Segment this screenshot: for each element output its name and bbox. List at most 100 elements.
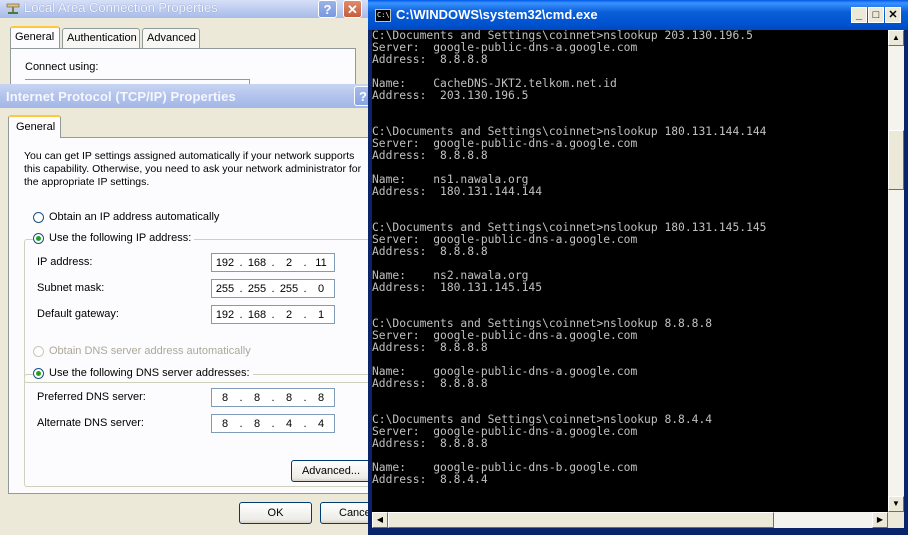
tcpip-dialog-title: Internet Protocol (TCP/IP) Properties <box>6 89 236 104</box>
lan-window-title: Local Area Connection Properties <box>24 0 218 15</box>
close-button[interactable]: ✕ <box>885 7 901 23</box>
default-gateway-field[interactable]: 192. 168. 2. 1 <box>211 305 335 324</box>
tcpip-title-bar[interactable]: Internet Protocol (TCP/IP) Properties ? <box>0 84 372 108</box>
tab-advanced[interactable]: Advanced <box>142 28 200 48</box>
cmd-icon: C:\ <box>375 9 391 22</box>
cmd-window: C:\ C:\WINDOWS\system32\cmd.exe _ □ ✕ C:… <box>368 0 908 535</box>
radio-button[interactable] <box>33 211 44 223</box>
console-line: Address: 8.8.4.4 <box>372 473 488 486</box>
scroll-down-button[interactable]: ▼ <box>888 496 904 512</box>
dot: . <box>303 391 307 404</box>
octet: 168 <box>247 256 267 269</box>
octet: 4 <box>317 417 325 430</box>
radio-label: Use the following IP address: <box>49 232 192 244</box>
ok-button[interactable]: OK <box>239 502 312 524</box>
octet: 255 <box>247 282 267 295</box>
vertical-scroll-thumb[interactable] <box>888 130 904 190</box>
octet: 255 <box>215 282 235 295</box>
octet: 8 <box>317 391 325 404</box>
dot: . <box>303 308 307 321</box>
tcpip-general-panel: You can get IP settings assigned automat… <box>8 137 379 494</box>
octet: 255 <box>279 282 299 295</box>
console-line: Address: 180.131.144.144 <box>372 185 543 198</box>
dot: . <box>271 308 275 321</box>
default-gateway-label: Default gateway: <box>37 308 119 320</box>
console-line: Address: 8.8.8.8 <box>372 377 488 390</box>
tab-general[interactable]: General <box>10 26 60 48</box>
radio-use-following-ip[interactable]: Use the following IP address: <box>33 232 195 244</box>
octet: 0 <box>317 282 325 295</box>
octet: 11 <box>315 256 327 269</box>
lan-title-bar[interactable]: Local Area Connection Properties ? ✕ <box>0 0 368 18</box>
radio-button[interactable] <box>33 232 44 244</box>
scroll-right-button[interactable]: ▶ <box>872 512 888 528</box>
dot: . <box>239 417 243 430</box>
radio-label: Use the following DNS server addresses: <box>49 367 250 379</box>
lan-close-button[interactable]: ✕ <box>343 0 362 18</box>
subnet-mask-field[interactable]: 255. 255. 255. 0 <box>211 279 335 298</box>
minimize-button[interactable]: _ <box>851 7 867 23</box>
radio-label: Obtain DNS server address automatically <box>49 345 251 357</box>
octet: 8 <box>253 391 261 404</box>
dot: . <box>271 282 275 295</box>
cmd-window-title: C:\WINDOWS\system32\cmd.exe <box>396 7 598 22</box>
vertical-scrollbar[interactable]: ▲ ▼ <box>888 30 904 512</box>
dot: . <box>303 417 307 430</box>
dot: . <box>239 308 243 321</box>
dot: . <box>303 282 307 295</box>
preferred-dns-field[interactable]: 8. 8. 8. 8 <box>211 388 335 407</box>
scroll-corner <box>888 512 904 528</box>
dot: . <box>271 417 275 430</box>
maximize-button[interactable]: □ <box>868 7 884 23</box>
tcpip-properties-dialog: Internet Protocol (TCP/IP) Properties ? … <box>0 84 393 535</box>
octet: 1 <box>317 308 325 321</box>
tab-general[interactable]: General <box>8 115 61 138</box>
console-output[interactable]: C:\Documents and Settings\coinnet>nslook… <box>372 30 888 512</box>
dot: . <box>271 256 275 269</box>
ip-address-label: IP address: <box>37 256 93 268</box>
octet: 8 <box>221 417 229 430</box>
subnet-mask-label: Subnet mask: <box>37 282 105 294</box>
lan-help-button[interactable]: ? <box>318 0 337 18</box>
console-line: Address: 8.8.8.8 <box>372 437 488 450</box>
console-line: Address: 8.8.8.8 <box>372 341 488 354</box>
radio-obtain-dns-auto[interactable]: Obtain DNS server address automatically <box>33 345 251 357</box>
dot: . <box>303 256 307 269</box>
octet: 8 <box>221 391 229 404</box>
dot: . <box>271 391 275 404</box>
octet: 8 <box>285 391 293 404</box>
dot: . <box>239 256 243 269</box>
ip-address-field[interactable]: 192. 168. 2. 11 <box>211 253 335 272</box>
horizontal-scroll-thumb[interactable] <box>388 512 774 528</box>
radio-button[interactable] <box>33 367 44 379</box>
console-line: Address: 8.8.8.8 <box>372 53 488 66</box>
console-line: Address: 180.131.145.145 <box>372 281 543 294</box>
octet: 168 <box>247 308 267 321</box>
network-icon <box>6 3 20 14</box>
console-line: Address: 8.8.8.8 <box>372 245 488 258</box>
octet: 2 <box>285 256 293 269</box>
advanced-button[interactable]: Advanced... <box>291 460 371 482</box>
scroll-left-button[interactable]: ◀ <box>372 512 388 528</box>
preferred-dns-label: Preferred DNS server: <box>37 391 146 403</box>
tab-authentication[interactable]: Authentication <box>62 28 140 48</box>
intro-text: You can get IP settings assigned automat… <box>24 150 362 188</box>
connect-using-label: Connect using: <box>25 61 99 73</box>
radio-obtain-ip-auto[interactable]: Obtain an IP address automatically <box>33 211 219 223</box>
radio-button[interactable] <box>33 345 44 357</box>
scroll-up-button[interactable]: ▲ <box>888 30 904 46</box>
octet: 8 <box>253 417 261 430</box>
alternate-dns-field[interactable]: 8. 8. 4. 4 <box>211 414 335 433</box>
octet: 2 <box>285 308 293 321</box>
dot: . <box>239 391 243 404</box>
horizontal-scrollbar[interactable]: ◀ ▶ <box>372 512 888 528</box>
alternate-dns-label: Alternate DNS server: <box>37 417 144 429</box>
octet: 4 <box>285 417 293 430</box>
cmd-title-bar[interactable]: C:\ C:\WINDOWS\system32\cmd.exe _ □ ✕ <box>368 0 908 30</box>
radio-use-following-dns[interactable]: Use the following DNS server addresses: <box>33 367 253 379</box>
octet: 192 <box>215 308 235 321</box>
